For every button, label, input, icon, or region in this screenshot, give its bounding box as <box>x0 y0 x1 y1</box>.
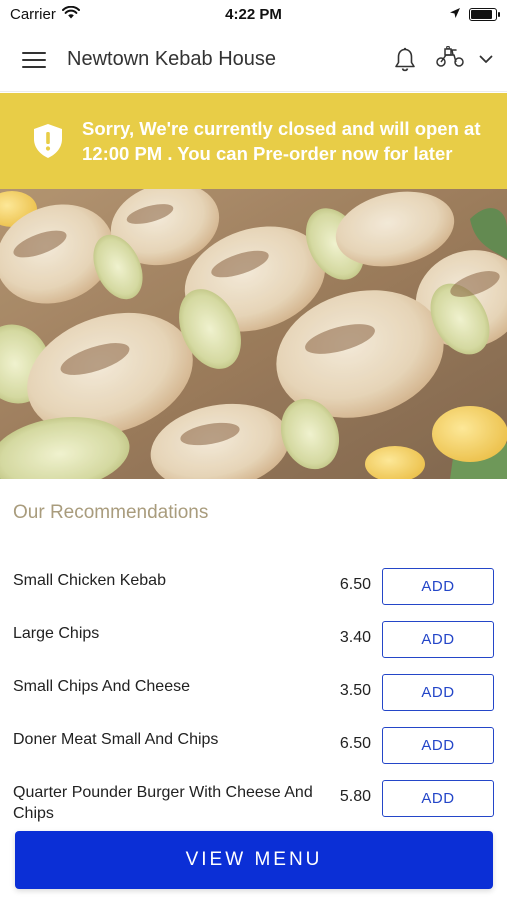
shield-alert-icon <box>30 123 66 159</box>
recommendation-item: Doner Meat Small And Chips 6.50 ADD <box>0 719 507 772</box>
recommendations-list: Small Chicken Kebab 6.50 ADD Large Chips… <box>0 560 507 825</box>
item-price: 3.40 <box>339 629 371 646</box>
item-name: Large Chips <box>13 625 100 642</box>
battery-level <box>471 9 492 19</box>
bell-icon[interactable] <box>393 47 417 73</box>
carrier-label: Carrier <box>10 5 56 23</box>
header-actions <box>393 45 493 73</box>
battery-icon <box>469 7 500 21</box>
item-name: Small Chips And Cheese <box>13 678 190 695</box>
recommendation-item: Quarter Pounder Burger With Cheese And C… <box>0 772 507 825</box>
delivery-mode-selector[interactable] <box>435 45 493 73</box>
closed-notice-message: Sorry, We're currently closed and will o… <box>82 118 481 164</box>
wifi-icon <box>61 5 80 23</box>
add-button[interactable]: ADD <box>382 621 494 658</box>
item-price: 6.50 <box>339 576 371 593</box>
add-button[interactable]: ADD <box>382 674 494 711</box>
location-arrow-icon <box>449 6 461 23</box>
status-left: Carrier <box>10 5 80 23</box>
hero-food-image <box>0 189 507 479</box>
recommendations-title: Our Recommendations <box>13 502 209 523</box>
view-menu-button[interactable]: VIEW MENU <box>15 831 493 889</box>
status-right <box>449 6 500 23</box>
closed-notice-banner: Sorry, We're currently closed and will o… <box>0 93 507 189</box>
item-price: 5.80 <box>339 788 371 805</box>
app-header: Newtown Kebab House <box>0 28 507 92</box>
scooter-icon <box>435 45 465 73</box>
item-price: 6.50 <box>339 735 371 752</box>
status-bar: Carrier 4:22 PM <box>0 0 507 28</box>
add-button[interactable]: ADD <box>382 780 494 817</box>
item-name: Quarter Pounder Burger With Cheese And C… <box>13 784 313 822</box>
add-button[interactable]: ADD <box>382 568 494 605</box>
recommendation-item: Small Chips And Cheese 3.50 ADD <box>0 666 507 719</box>
hamburger-menu-icon[interactable] <box>22 48 46 72</box>
recommendation-item: Large Chips 3.40 ADD <box>0 613 507 666</box>
item-name: Small Chicken Kebab <box>13 572 166 589</box>
recommendation-item: Small Chicken Kebab 6.50 ADD <box>0 560 507 613</box>
add-button[interactable]: ADD <box>382 727 494 764</box>
item-name: Doner Meat Small And Chips <box>13 731 219 748</box>
chevron-down-icon <box>479 51 493 69</box>
restaurant-title: Newtown Kebab House <box>67 48 277 70</box>
item-price: 3.50 <box>339 682 371 699</box>
